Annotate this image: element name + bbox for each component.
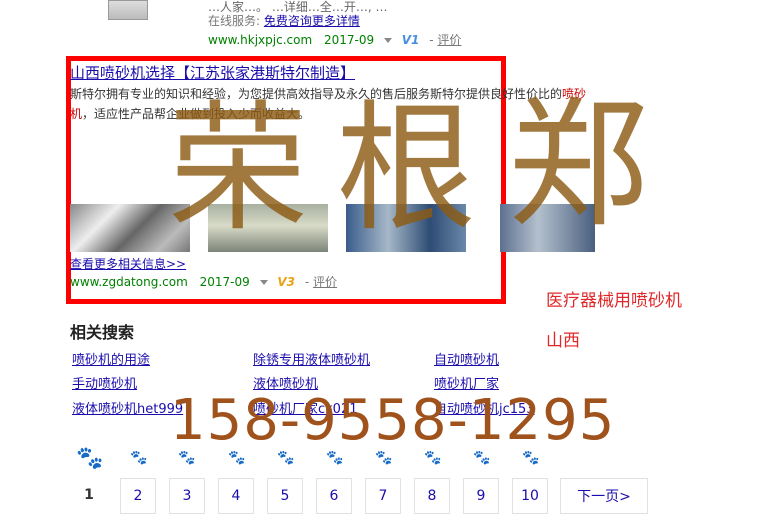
- paw-icon: 🐾: [178, 450, 196, 466]
- page-button[interactable]: 4: [218, 478, 254, 514]
- related-link[interactable]: 除锈专用液体喷砂机: [253, 349, 370, 368]
- related-link[interactable]: 液体喷砂机het999: [72, 398, 183, 417]
- seal-watermark: 郑: [508, 84, 649, 247]
- v-badge[interactable]: V1: [402, 33, 420, 47]
- page-current: 1: [84, 487, 94, 503]
- paw-icon: 🐾: [277, 450, 295, 466]
- comment-link[interactable]: 评价: [437, 33, 461, 47]
- service-label: 在线服务:: [208, 14, 261, 28]
- paw-icon: 🐾: [326, 450, 344, 466]
- next-page-button[interactable]: 下一页>: [560, 478, 648, 514]
- result-url: www.hkjxpjc.com: [208, 33, 313, 47]
- page-button[interactable]: 5: [267, 478, 303, 514]
- more-info-link[interactable]: 查看更多相关信息>>: [70, 255, 186, 272]
- paw-icon: 🐾: [424, 450, 442, 466]
- side-caption: 医疗器械用喷砂机: [546, 291, 682, 311]
- page-button[interactable]: 9: [463, 478, 499, 514]
- page-button[interactable]: 3: [169, 478, 205, 514]
- paw-icon: 🐾: [522, 450, 540, 466]
- result-meta: www.zgdatong.com 2017-09 V3 - 评价: [70, 275, 338, 289]
- comment-link[interactable]: 评价: [313, 275, 337, 289]
- chevron-down-icon[interactable]: [259, 280, 268, 285]
- seal-watermark: 荣: [168, 88, 309, 251]
- seal-watermark: 根: [336, 88, 477, 251]
- service-link[interactable]: 免费咨询更多详情: [264, 14, 360, 28]
- related-link[interactable]: 喷砂机的用途: [72, 349, 150, 368]
- result-date: 2017-09: [199, 275, 250, 289]
- paw-icon: 🐾: [375, 450, 393, 466]
- page-button[interactable]: 10: [512, 478, 548, 514]
- result-title[interactable]: 山西喷砂机选择【江苏张家港斯特尔制造】: [70, 62, 355, 83]
- phone-watermark: 158-9558-1295: [170, 388, 616, 453]
- related-search-title: 相关搜索: [70, 323, 135, 342]
- page-button[interactable]: 2: [120, 478, 156, 514]
- related-link[interactable]: 自动喷砂机: [434, 349, 499, 368]
- chevron-down-icon[interactable]: [383, 38, 392, 43]
- paw-icon: 🐾: [228, 450, 246, 466]
- side-caption: 山西: [546, 331, 580, 351]
- paw-icon: 🐾: [130, 450, 148, 466]
- page-button[interactable]: 8: [414, 478, 450, 514]
- top-result-service: 在线服务: 免费咨询更多详情: [208, 12, 360, 29]
- page-button[interactable]: 7: [365, 478, 401, 514]
- paw-icon: 🐾: [473, 450, 491, 466]
- related-link[interactable]: 手动喷砂机: [72, 373, 137, 392]
- result-thumbnail[interactable]: [108, 0, 148, 20]
- result-date: 2017-09: [323, 33, 375, 47]
- result-url: www.zgdatong.com: [70, 275, 188, 289]
- desc-text: 斯特尔拥有专业的知识和经验，为您提供高效指导及永久的售后服务斯特尔提供良好性价比…: [70, 87, 563, 101]
- paw-logo-icon: 🐾: [76, 446, 104, 471]
- page-button[interactable]: 6: [316, 478, 352, 514]
- v-badge[interactable]: V3: [277, 275, 295, 289]
- top-result-meta: www.hkjxpjc.com 2017-09 V1 - 评价: [208, 33, 462, 47]
